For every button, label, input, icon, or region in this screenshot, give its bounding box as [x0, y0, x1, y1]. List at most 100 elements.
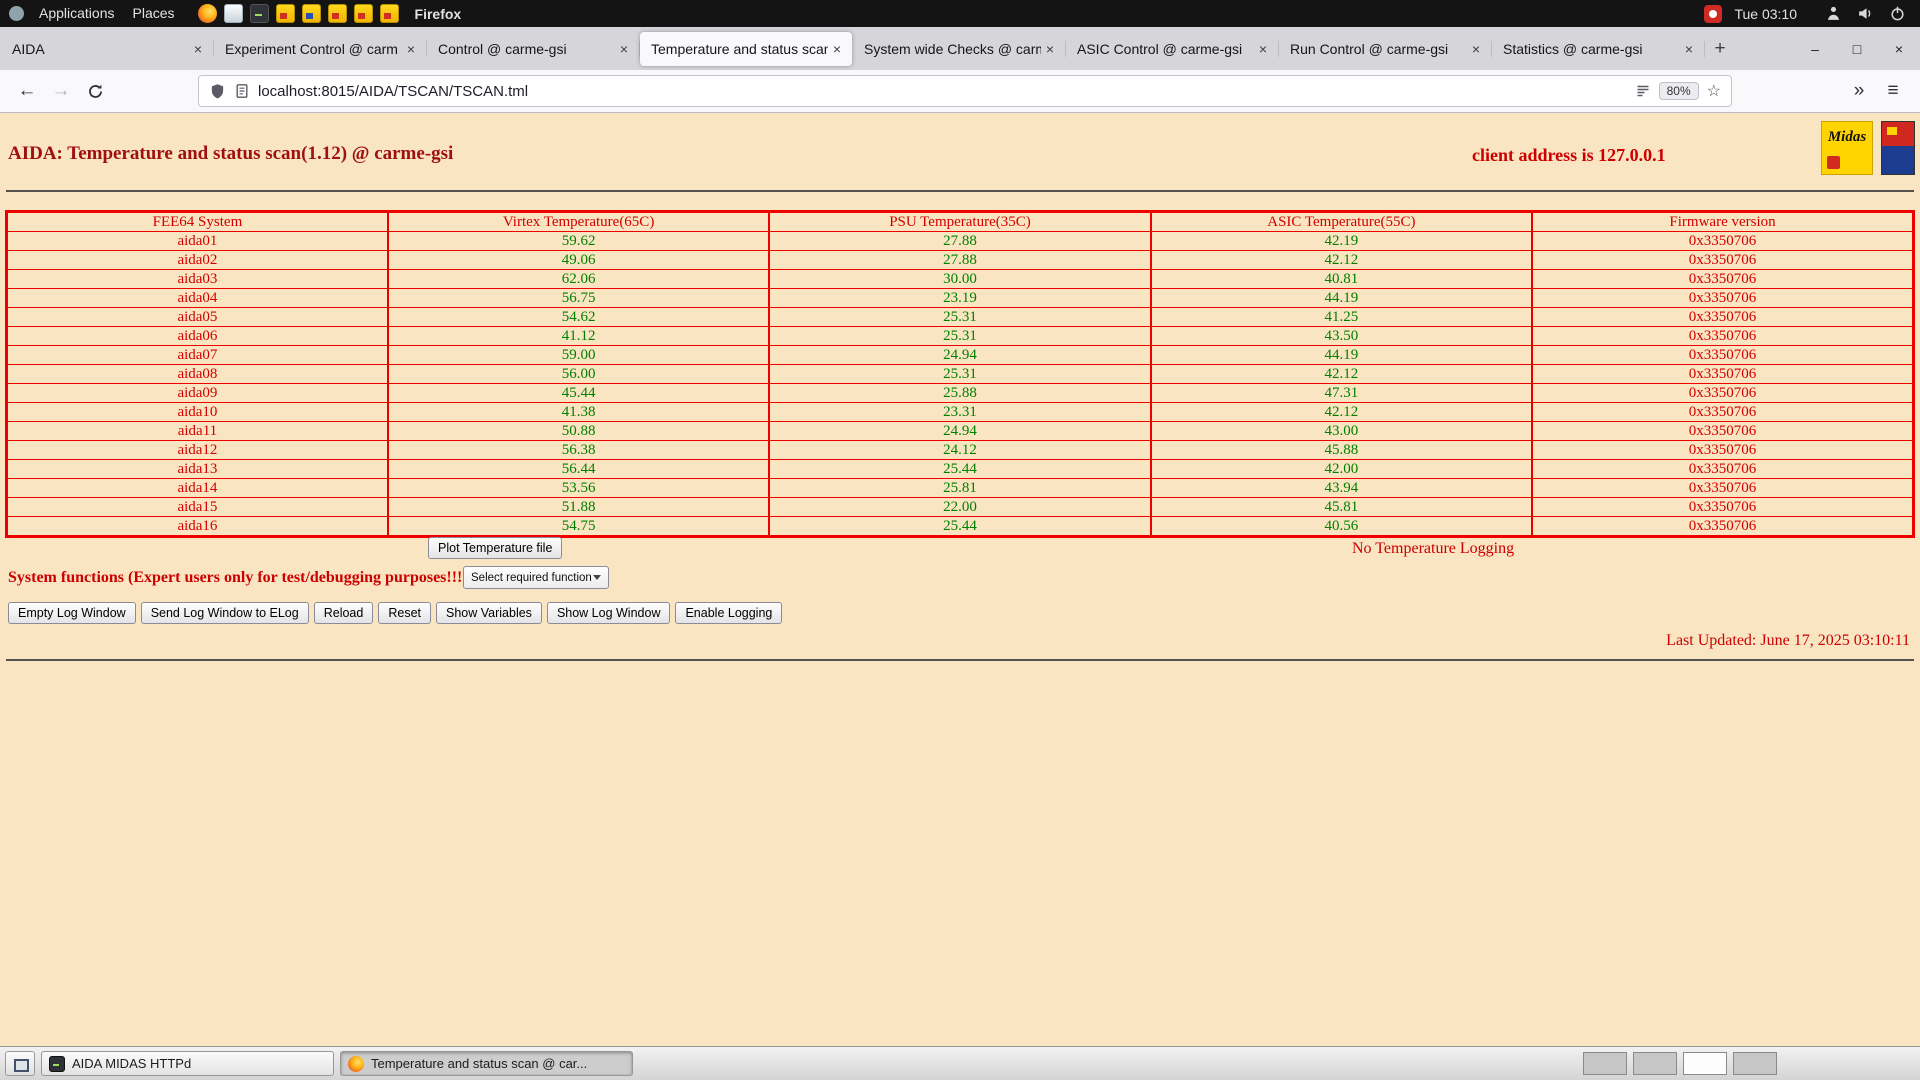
table-row: aida14 53.56 25.81 43.94 0x3350706 — [7, 479, 1914, 498]
site-info-icon[interactable] — [234, 83, 250, 99]
window-maximize-button[interactable]: □ — [1836, 27, 1878, 70]
reload-page-button[interactable]: Reload — [314, 602, 374, 624]
terminal-launcher-icon[interactable] — [250, 4, 269, 23]
tab-close-icon[interactable]: × — [1680, 40, 1698, 58]
asic-temperature-cell: 45.88 — [1151, 441, 1532, 460]
show-log-window-button[interactable]: Show Log Window — [547, 602, 671, 624]
institute-logo[interactable] — [1881, 121, 1915, 175]
page-logos: Midas — [1821, 121, 1915, 175]
midas-launcher-icon-5[interactable] — [380, 4, 399, 23]
virtex-temperature-cell: 54.75 — [388, 517, 769, 537]
reload-button[interactable] — [78, 75, 112, 107]
virtex-temperature-cell: 45.44 — [388, 384, 769, 403]
psu-temperature-cell: 22.00 — [769, 498, 1150, 517]
header-virtex-temperature: Virtex Temperature(65C) — [388, 212, 769, 232]
back-button[interactable]: ← — [10, 75, 44, 107]
taskbar: AIDA MIDAS HTTPd Temperature and status … — [0, 1046, 1920, 1080]
asic-temperature-cell: 42.12 — [1151, 365, 1532, 384]
midas-launcher-icon-4[interactable] — [354, 4, 373, 23]
firmware-version-cell: 0x3350706 — [1532, 422, 1913, 441]
show-desktop-button[interactable] — [5, 1051, 35, 1076]
reset-button[interactable]: Reset — [378, 602, 431, 624]
empty-log-window-button[interactable]: Empty Log Window — [8, 602, 136, 624]
places-menu[interactable]: Places — [124, 0, 184, 27]
fee64-name-cell: aida02 — [7, 251, 388, 270]
zoom-level-button[interactable]: 80% — [1659, 82, 1699, 100]
send-log-to-elog-button[interactable]: Send Log Window to ELog — [141, 602, 309, 624]
task-button-midas-httpd[interactable]: AIDA MIDAS HTTPd — [41, 1051, 334, 1076]
fee64-name-cell: aida05 — [7, 308, 388, 327]
workspace-cell-4[interactable] — [1733, 1052, 1777, 1075]
tab-statistics[interactable]: Statistics @ carme-gsi × — [1492, 32, 1704, 66]
table-row: aida13 56.44 25.44 42.00 0x3350706 — [7, 460, 1914, 479]
firmware-version-cell: 0x3350706 — [1532, 308, 1913, 327]
files-launcher-icon[interactable] — [224, 4, 243, 23]
table-row: aida06 41.12 25.31 43.50 0x3350706 — [7, 327, 1914, 346]
header-fee64-system: FEE64 System — [7, 212, 388, 232]
tab-title: ASIC Control @ carme-gsi — [1077, 41, 1254, 57]
psu-temperature-cell: 25.44 — [769, 460, 1150, 479]
task-button-temperature-scan[interactable]: Temperature and status scan @ car... — [340, 1051, 633, 1076]
tab-close-icon[interactable]: × — [1041, 40, 1059, 58]
tab-run-control[interactable]: Run Control @ carme-gsi × — [1279, 32, 1491, 66]
fee64-name-cell: aida03 — [7, 270, 388, 289]
tab-asic-control[interactable]: ASIC Control @ carme-gsi × — [1066, 32, 1278, 66]
midas-launcher-icon-1[interactable] — [276, 4, 295, 23]
fee64-name-cell: aida07 — [7, 346, 388, 365]
show-variables-button[interactable]: Show Variables — [436, 602, 542, 624]
psu-temperature-cell: 30.00 — [769, 270, 1150, 289]
last-updated: Last Updated: June 17, 2025 03:10:11 — [1666, 632, 1910, 650]
virtex-temperature-cell: 56.75 — [388, 289, 769, 308]
midas-logo[interactable]: Midas — [1821, 121, 1873, 175]
plot-temperature-button[interactable]: Plot Temperature file — [428, 537, 562, 559]
accessibility-icon[interactable] — [1825, 5, 1842, 22]
firmware-version-cell: 0x3350706 — [1532, 289, 1913, 308]
overflow-menu-button[interactable]: » — [1842, 75, 1876, 107]
tab-aida[interactable]: AIDA × — [1, 32, 213, 66]
tab-title: System wide Checks @ carm — [864, 41, 1041, 57]
distro-icon[interactable] — [9, 6, 24, 21]
page-title: AIDA: Temperature and status scan(1.12) … — [8, 143, 453, 165]
tracking-protection-shield-icon[interactable] — [209, 83, 226, 100]
volume-icon[interactable] — [1857, 5, 1874, 22]
url-bar[interactable]: localhost:8015/AIDA/TSCAN/TSCAN.tml 80% … — [198, 75, 1732, 107]
hamburger-menu-button[interactable]: ≡ — [1876, 75, 1910, 107]
reader-mode-icon[interactable] — [1635, 83, 1651, 99]
tab-system-checks[interactable]: System wide Checks @ carm × — [853, 32, 1065, 66]
enable-logging-button[interactable]: Enable Logging — [675, 602, 782, 624]
tab-experiment-control[interactable]: Experiment Control @ carm × — [214, 32, 426, 66]
function-select[interactable]: Select required function — [463, 566, 609, 589]
workspace-cell-3[interactable] — [1683, 1052, 1727, 1075]
firefox-launcher-icon[interactable] — [198, 4, 217, 23]
clock[interactable]: Tue 03:10 — [1734, 6, 1797, 22]
tab-close-icon[interactable]: × — [615, 40, 633, 58]
midas-launcher-icon-3[interactable] — [328, 4, 347, 23]
firmware-version-cell: 0x3350706 — [1532, 479, 1913, 498]
tab-close-icon[interactable]: × — [1467, 40, 1485, 58]
firefox-icon — [348, 1056, 364, 1072]
power-icon[interactable] — [1889, 5, 1906, 22]
tab-close-icon[interactable]: × — [1254, 40, 1272, 58]
workspace-cell-2[interactable] — [1633, 1052, 1677, 1075]
new-tab-button[interactable]: + — [1704, 33, 1736, 65]
applications-menu[interactable]: Applications — [30, 0, 124, 27]
psu-temperature-cell: 27.88 — [769, 232, 1150, 251]
fee64-name-cell: aida15 — [7, 498, 388, 517]
tab-control[interactable]: Control @ carme-gsi × — [427, 32, 639, 66]
bookmark-star-icon[interactable]: ☆ — [1707, 81, 1721, 101]
table-row: aida05 54.62 25.31 41.25 0x3350706 — [7, 308, 1914, 327]
tab-close-icon[interactable]: × — [189, 40, 207, 58]
asic-temperature-cell: 41.25 — [1151, 308, 1532, 327]
tab-temperature-scan[interactable]: Temperature and status scan × — [640, 32, 852, 66]
window-close-button[interactable]: × — [1878, 27, 1920, 70]
table-row: aida08 56.00 25.31 42.12 0x3350706 — [7, 365, 1914, 384]
midas-launcher-icon-2[interactable] — [302, 4, 321, 23]
tab-close-icon[interactable]: × — [402, 40, 420, 58]
action-buttons-row: Empty Log Window Send Log Window to ELog… — [8, 602, 782, 624]
window-minimize-button[interactable]: – — [1794, 27, 1836, 70]
virtex-temperature-cell: 41.38 — [388, 403, 769, 422]
forward-button[interactable]: → — [44, 75, 78, 107]
tab-close-icon[interactable]: × — [828, 40, 846, 58]
workspace-cell-1[interactable] — [1583, 1052, 1627, 1075]
screen-recorder-icon[interactable] — [1704, 5, 1722, 23]
